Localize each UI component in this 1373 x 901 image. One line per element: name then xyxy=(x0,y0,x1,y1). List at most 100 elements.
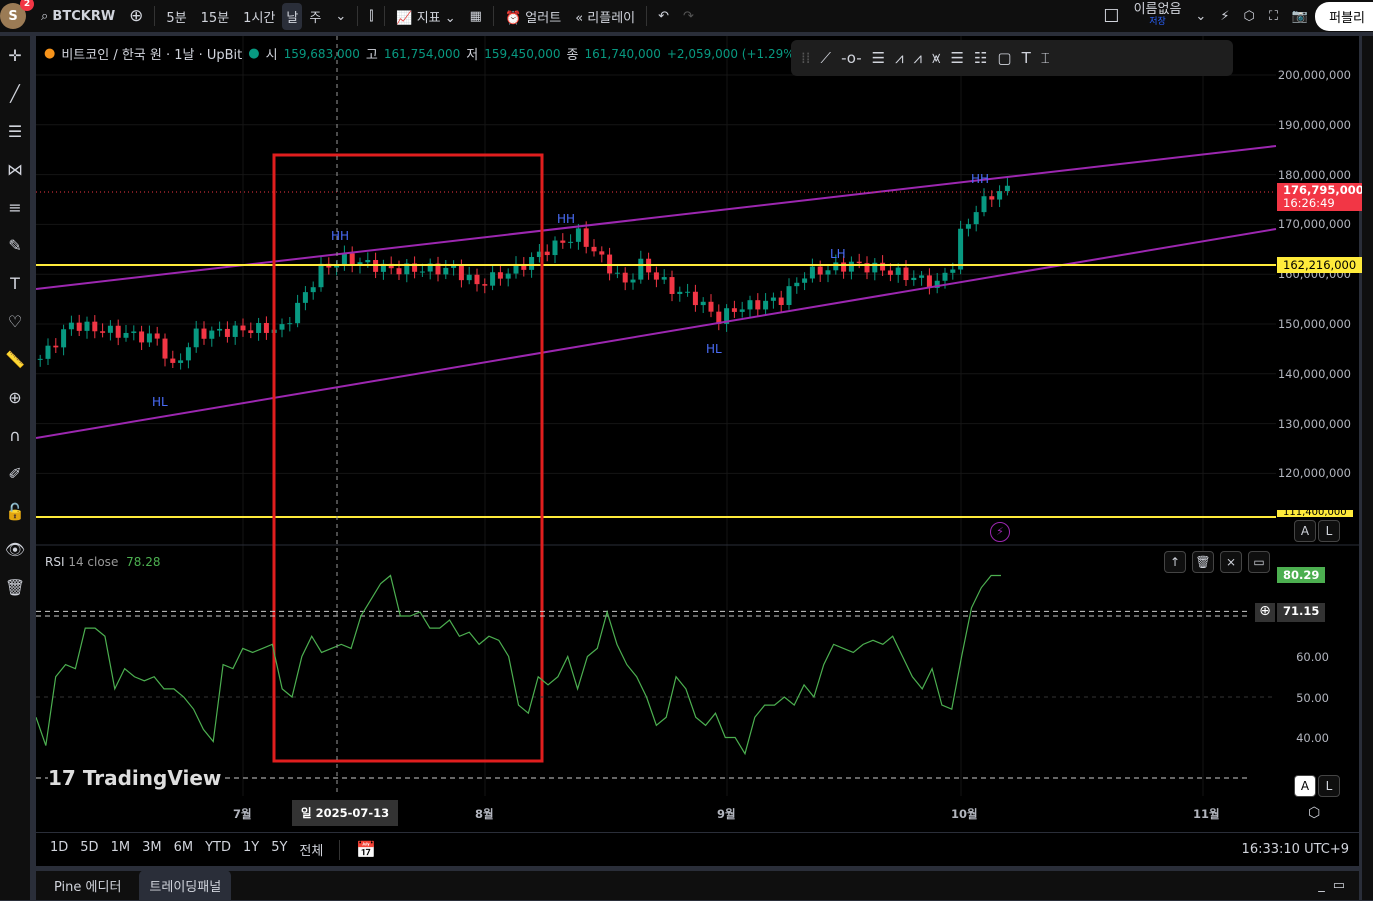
log-scale-button[interactable]: L xyxy=(1318,520,1340,542)
delete-pane-icon[interactable]: 🗑 xyxy=(1192,551,1214,573)
candle-body xyxy=(68,322,74,330)
interval-5m[interactable]: 5분 xyxy=(159,7,193,26)
measure-tool-icon[interactable]: ⌶ xyxy=(1041,49,1050,67)
trash-icon[interactable]: 🗑 xyxy=(0,568,30,606)
clock[interactable]: 16:33:10 UTC+9 xyxy=(1242,842,1349,857)
zoom-icon[interactable]: ⊕ xyxy=(0,378,30,416)
rsi-current-tag: 80.29 xyxy=(1277,567,1326,583)
interval-15m[interactable]: 15분 xyxy=(194,7,237,26)
divider xyxy=(339,839,341,860)
rectangle-tool-icon[interactable]: ▢ xyxy=(997,49,1011,67)
move-up-icon[interactable]: ↑ xyxy=(1164,551,1186,573)
candle-type-icon[interactable]: ⫿ xyxy=(362,9,380,24)
settings-icon[interactable]: ⬡ xyxy=(1236,9,1261,24)
chevron-down-icon[interactable]: ⌄ xyxy=(328,9,353,24)
camera-icon[interactable]: 📷 xyxy=(1285,9,1315,24)
candle-body xyxy=(911,277,917,281)
magnet-icon[interactable]: ∩ xyxy=(0,416,30,454)
candle-body xyxy=(178,360,184,363)
tradingview-logo-icon: 𝟭𝟳 xyxy=(48,766,76,790)
alert-button[interactable]: ⏰ 얼러트 xyxy=(498,7,568,26)
time-axis-settings-icon[interactable]: ⬡ xyxy=(1308,805,1320,821)
range-전체[interactable]: 전체 xyxy=(299,840,323,859)
symbol-title[interactable]: 비트코인 / 한국 원 · 1날 · UpBit xyxy=(61,44,242,63)
interval-1d[interactable]: 날 xyxy=(282,2,303,30)
add-alert-icon[interactable]: ⊕ xyxy=(1255,603,1275,622)
tab-trading-panel[interactable]: 트레이딩패널 xyxy=(139,870,232,901)
text-icon[interactable]: T xyxy=(0,264,30,302)
drag-handle-icon[interactable]: ⁞⁞ xyxy=(801,49,811,67)
pattern-icon[interactable]: ⋈ xyxy=(0,150,30,188)
flash-icon[interactable]: ⚡ xyxy=(990,522,1010,542)
avatar[interactable]: S2 xyxy=(0,0,34,29)
wave-ac-icon[interactable]: ⩘ xyxy=(914,49,922,67)
range-5D[interactable]: 5D xyxy=(80,840,98,859)
chart-canvas[interactable] xyxy=(36,36,1359,832)
candle-body xyxy=(973,212,979,225)
eye-icon[interactable]: 👁 xyxy=(0,530,30,568)
ruler-icon[interactable]: 📏 xyxy=(0,340,30,378)
wave-15-icon[interactable]: ⩘ xyxy=(895,49,903,67)
fib-channel-icon[interactable]: ☰ xyxy=(950,49,963,67)
redo-icon[interactable]: ↷ xyxy=(676,9,701,24)
tab-pine-editor[interactable]: Pine 에디터 xyxy=(44,870,131,901)
divider xyxy=(154,6,156,26)
search-icon: ⌕ xyxy=(41,8,49,24)
candle-body xyxy=(53,345,59,348)
lock-drawing-icon[interactable]: ✐ xyxy=(0,454,30,492)
interval-1w[interactable]: 주 xyxy=(302,7,328,26)
add-symbol-button[interactable]: ⊕ xyxy=(122,6,150,26)
indicators-button[interactable]: 📈 지표 ⌄ xyxy=(389,7,462,26)
collapse-pane-icon[interactable]: ⨯ xyxy=(1220,551,1242,573)
fullscreen-icon[interactable]: ⛶ xyxy=(1262,9,1285,24)
quick-search-icon[interactable]: ⚡ xyxy=(1213,9,1236,24)
candle-body xyxy=(591,246,597,252)
maximize-pane-icon[interactable]: ▭ xyxy=(1248,551,1270,573)
chart-area[interactable]: ● 비트코인 / 한국 원 · 1날 · UpBit ● 시 159,683,00… xyxy=(36,36,1370,866)
auto-scale-button[interactable]: A xyxy=(1294,520,1316,542)
symbol-search[interactable]: ⌕ BTCKRW xyxy=(34,9,122,24)
range-3M[interactable]: 3M xyxy=(142,840,162,859)
layout-grid-icon[interactable]: ▦ xyxy=(463,9,489,24)
maximize-icon[interactable]: ▭ xyxy=(1333,878,1345,893)
candle-body xyxy=(778,297,784,306)
pivot-label-hl: HL xyxy=(706,342,722,356)
range-5Y[interactable]: 5Y xyxy=(271,840,287,859)
goto-date-icon[interactable]: 📅 xyxy=(356,840,376,859)
fib-icon[interactable]: ☰ xyxy=(0,112,30,150)
pattern-tool-icon[interactable]: ⩙ xyxy=(932,49,940,67)
text-tool-icon[interactable]: T xyxy=(1022,49,1031,67)
candle-body xyxy=(568,241,574,243)
undo-icon[interactable]: ↶ xyxy=(651,9,676,24)
replay-button[interactable]: « 리플레이 xyxy=(568,7,642,26)
hline-price-tag: 162,216,000 xyxy=(1277,257,1363,273)
candle-body xyxy=(903,267,909,281)
interval-1h[interactable]: 1시간 xyxy=(236,7,282,26)
range-YTD[interactable]: YTD xyxy=(205,840,231,859)
rsi-auto-scale-button[interactable]: A xyxy=(1294,775,1316,797)
minimize-icon[interactable]: _ xyxy=(1318,878,1325,893)
rsi-log-scale-button[interactable]: L xyxy=(1318,775,1340,797)
range-1Y[interactable]: 1Y xyxy=(243,840,259,859)
candle-body xyxy=(661,277,667,280)
lines-tool-icon[interactable]: ☰ xyxy=(872,49,885,67)
range-1D[interactable]: 1D xyxy=(50,840,68,859)
heart-icon[interactable]: ♡ xyxy=(0,302,30,340)
publish-button[interactable]: 퍼블리 xyxy=(1315,1,1373,31)
crosshair-icon[interactable]: ✛ xyxy=(0,36,30,74)
trendline-icon[interactable]: ╱ xyxy=(0,74,30,112)
fib-tool-icon[interactable]: ☷ xyxy=(974,49,987,67)
candle-body xyxy=(919,275,925,278)
layout-square-icon[interactable]: ☐ xyxy=(1096,6,1126,27)
candle-body xyxy=(965,224,971,229)
range-6M[interactable]: 6M xyxy=(174,840,194,859)
chevron-down-icon[interactable]: ⌄ xyxy=(1188,9,1213,24)
hline-tool-icon[interactable]: -o- xyxy=(841,49,862,67)
range-1M[interactable]: 1M xyxy=(111,840,131,859)
channel-lower-line xyxy=(36,228,1277,439)
layout-name[interactable]: 이름없음 저장 xyxy=(1127,3,1189,28)
forecast-icon[interactable]: ≡ xyxy=(0,188,30,226)
lock-icon[interactable]: 🔓 xyxy=(0,492,30,530)
line-tool-icon[interactable]: ⟋ xyxy=(821,49,832,67)
brush-icon[interactable]: ✎ xyxy=(0,226,30,264)
